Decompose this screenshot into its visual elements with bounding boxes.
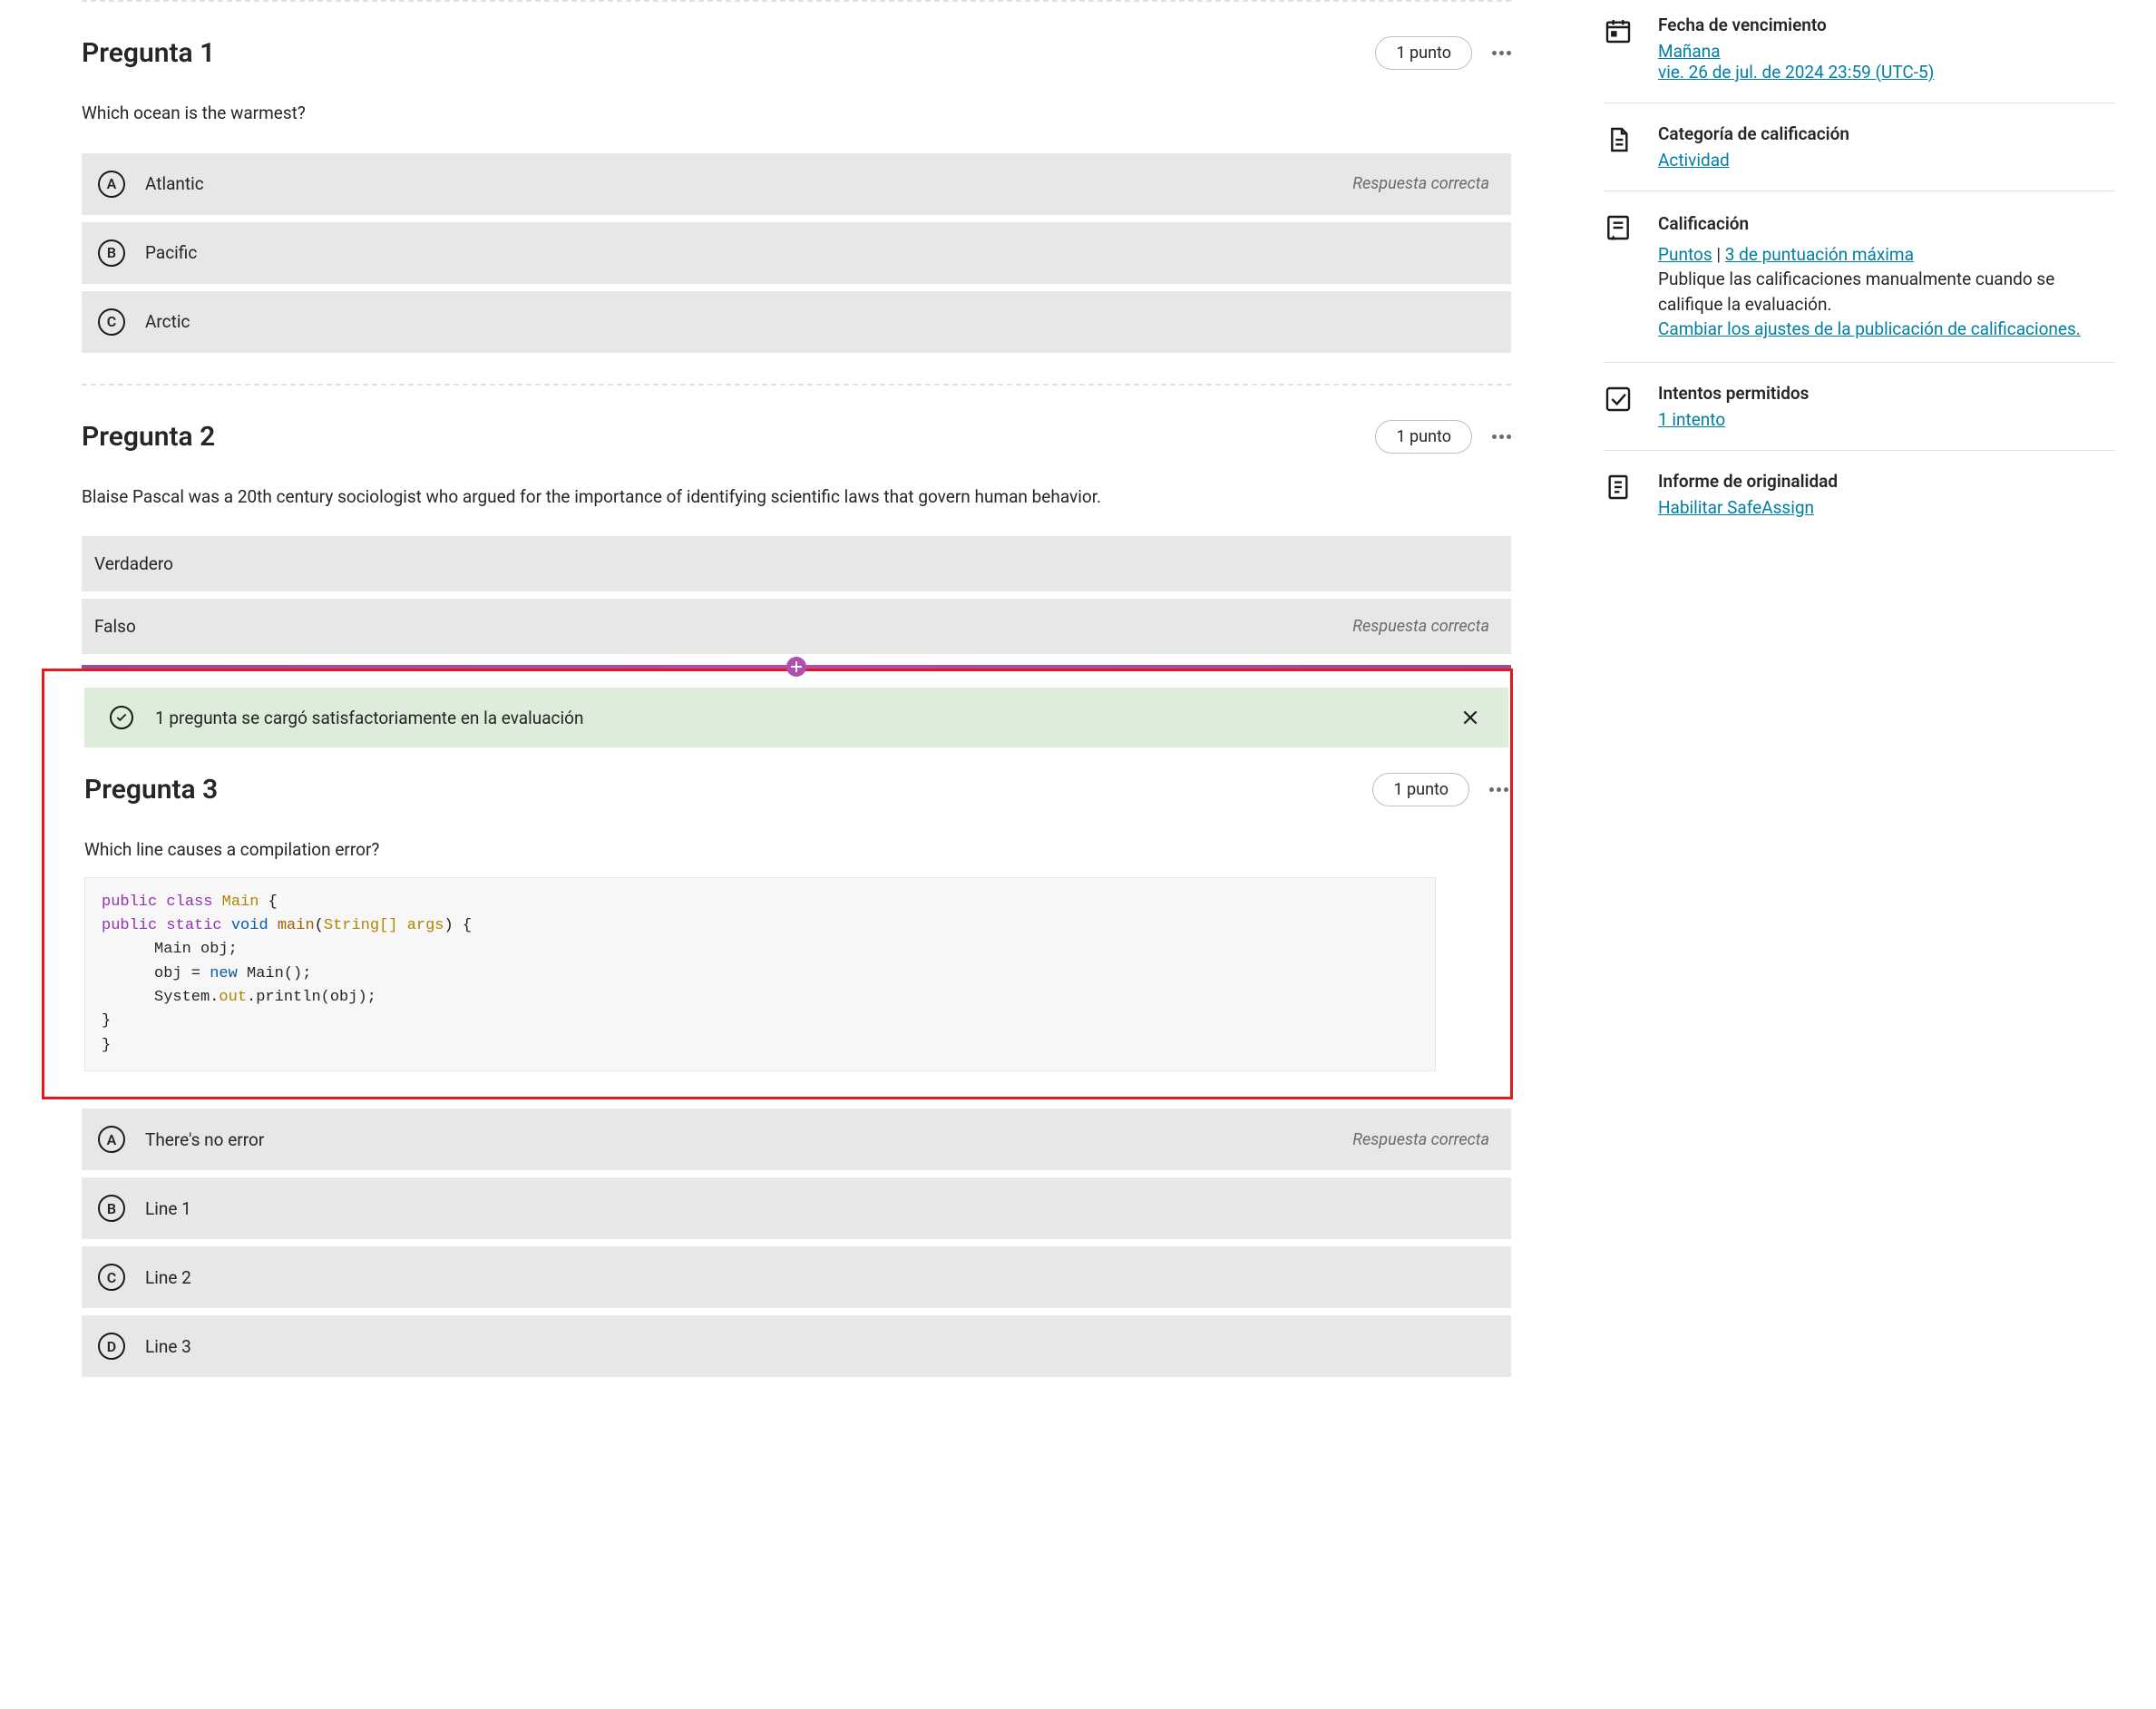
option-label: Line 1 [145,1198,1489,1219]
grade-note: Publique las calificaciones manualmente … [1658,267,2115,317]
highlighted-region: 1 pregunta se cargó satisfactoriamente e… [42,669,1513,1099]
question-title: Pregunta 3 [84,774,218,806]
banner-text: 1 pregunta se cargó satisfactoriamente e… [155,708,583,728]
due-date-link[interactable]: Mañana [1658,41,1721,62]
close-icon[interactable] [1458,705,1483,730]
question-title: Pregunta 1 [82,37,215,69]
correct-answer-label: Respuesta correcta [1352,1130,1489,1149]
option-letter: B [98,1195,125,1222]
option-false[interactable]: Falso Respuesta correcta [82,599,1511,654]
question-title: Pregunta 2 [82,421,215,453]
safeassign-link[interactable]: Habilitar SafeAssign [1658,497,1814,518]
option-label: Falso [94,616,1332,637]
points-badge[interactable]: 1 punto [1375,36,1472,70]
add-question-icon[interactable] [786,657,806,677]
option-c[interactable]: C Line 2 [82,1246,1511,1308]
option-c[interactable]: C Arctic [82,291,1511,353]
option-a[interactable]: A There's no error Respuesta correcta [82,1108,1511,1170]
points-badge[interactable]: 1 punto [1372,773,1469,806]
question-2: Pregunta 2 1 punto Blaise Pascal was a 2… [82,420,1511,655]
insert-divider[interactable] [82,665,1511,669]
points-link[interactable]: Puntos [1658,244,1712,265]
sidebar-heading: Intentos permitidos [1658,383,2115,404]
divider [82,384,1511,386]
option-label: Verdadero [94,553,1489,574]
option-letter: D [98,1333,125,1360]
checkbox-icon [1604,383,1636,430]
success-banner: 1 pregunta se cargó satisfactoriamente e… [84,688,1508,747]
attempts-link[interactable]: 1 intento [1658,409,1725,430]
sidebar-heading: Informe de originalidad [1658,471,2115,492]
question-text: Blaise Pascal was a 20th century sociolo… [82,484,1511,510]
grade-category-link[interactable]: Actividad [1658,150,1730,171]
report-icon [1604,471,1636,518]
sidebar-heading: Fecha de vencimiento [1658,15,2115,35]
option-letter: C [98,308,125,336]
option-label: Line 3 [145,1336,1489,1357]
code-block: public class Main { public static void m… [84,877,1436,1071]
option-true[interactable]: Verdadero [82,536,1511,591]
sidebar: Fecha de vencimiento Mañana vie. 26 de j… [1596,0,2122,547]
option-b[interactable]: B Line 1 [82,1177,1511,1239]
max-score-link[interactable]: 3 de puntuación máxima [1725,244,1914,265]
option-a[interactable]: A Atlantic Respuesta correcta [82,153,1511,215]
more-icon[interactable] [1489,787,1508,792]
grade-icon [1604,211,1636,342]
option-label: Atlantic [145,173,1332,194]
sidebar-heading: Categoría de calificación [1658,123,2115,144]
option-letter: B [98,239,125,267]
option-label: Line 2 [145,1267,1489,1288]
calendar-icon [1604,15,1636,83]
question-text: Which line causes a compilation error? [84,837,1508,863]
more-icon[interactable] [1492,51,1511,55]
question-1: Pregunta 1 1 punto Which ocean is the wa… [82,36,1511,353]
main-content: Pregunta 1 1 punto Which ocean is the wa… [0,0,1551,1402]
check-circle-icon [110,706,133,729]
due-date-time-link[interactable]: vie. 26 de jul. de 2024 23:59 (UTC-5) [1658,62,1934,83]
option-label: Arctic [145,311,1489,332]
option-letter: A [98,171,125,198]
more-icon[interactable] [1492,435,1511,439]
correct-answer-label: Respuesta correcta [1352,617,1489,636]
correct-answer-label: Respuesta correcta [1352,174,1489,193]
divider [82,0,1511,2]
option-label: There's no error [145,1129,1332,1150]
option-b[interactable]: B Pacific [82,222,1511,284]
sidebar-heading: Calificación [1658,211,2115,237]
option-letter: C [98,1264,125,1291]
document-icon [1604,123,1636,171]
change-grade-settings-link[interactable]: Cambiar los ajustes de la publicación de… [1658,318,2081,339]
points-badge[interactable]: 1 punto [1375,420,1472,454]
option-d[interactable]: D Line 3 [82,1315,1511,1377]
question-text: Which ocean is the warmest? [82,101,1511,126]
option-letter: A [98,1126,125,1153]
option-label: Pacific [145,242,1489,263]
